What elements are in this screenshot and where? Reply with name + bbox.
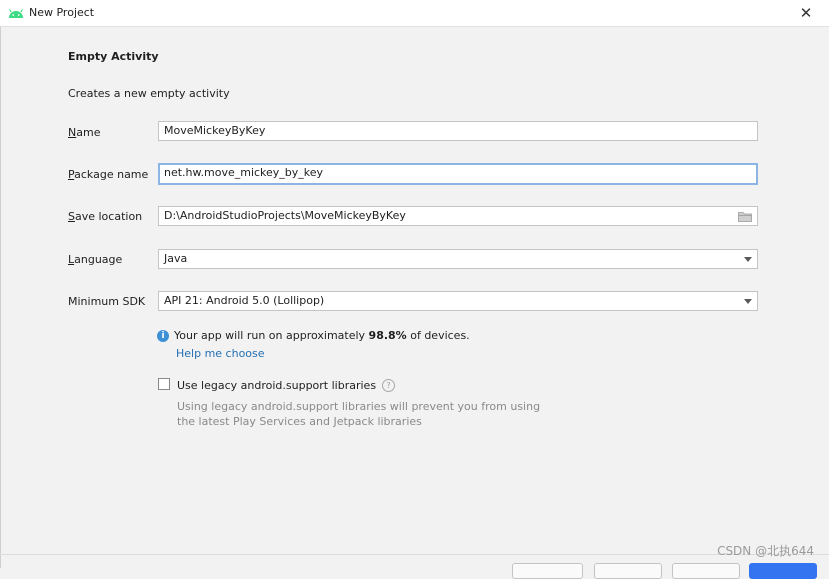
legacy-note-line-1: Using legacy android.support libraries w… [177,400,541,413]
save-location-input-value: D:\AndroidStudioProjects\MoveMickeyByKey [164,209,406,222]
legacy-note-line-2: the latest Play Services and Jetpack lib… [177,415,422,428]
legacy-support-label[interactable]: Use legacy android.support libraries [177,379,376,392]
cancel-button[interactable] [672,563,740,579]
next-button[interactable] [594,563,662,579]
device-coverage-percent: 98.8% [368,329,407,342]
help-me-choose-link[interactable]: Help me choose [176,347,265,360]
dialog-content: Empty Activity Creates a new empty activ… [1,27,828,554]
watermark: CSDN @北执644 [717,544,814,558]
chevron-down-icon [744,299,752,304]
info-icon: i [157,330,169,342]
window-title: New Project [29,6,95,19]
footer-divider [0,554,829,555]
device-coverage-text: Your app will run on approximately 98.8%… [174,329,470,342]
page-title: Empty Activity [68,50,159,63]
name-input[interactable]: MoveMickeyByKey [158,121,758,141]
save-location-label: Save location [68,210,143,223]
minimum-sdk-select[interactable]: API 21: Android 5.0 (Lollipop) [158,291,758,311]
minimum-sdk-label: Minimum SDK [68,295,146,308]
package-name-input-value: net.hw.move_mickey_by_key [164,166,324,179]
page-subtitle: Creates a new empty activity [68,87,230,100]
folder-icon[interactable] [738,211,752,222]
language-label: Language [68,253,123,266]
save-location-input[interactable]: D:\AndroidStudioProjects\MoveMickeyByKey [158,206,758,226]
package-name-label: Package name [68,168,149,181]
android-icon [8,9,24,18]
legacy-support-checkbox[interactable] [158,378,170,390]
language-select[interactable]: Java [158,249,758,269]
minimum-sdk-select-value: API 21: Android 5.0 (Lollipop) [164,294,325,307]
close-button[interactable]: ✕ [783,0,829,26]
previous-button[interactable] [512,563,583,579]
name-label: Name [68,126,101,139]
package-name-input[interactable]: net.hw.move_mickey_by_key [158,163,758,185]
close-icon: ✕ [799,4,813,22]
language-select-value: Java [164,252,188,265]
name-input-value: MoveMickeyByKey [164,124,266,137]
title-bar: New Project ✕ [0,0,829,27]
finish-button[interactable] [749,563,817,579]
help-icon[interactable]: ? [382,379,395,392]
chevron-down-icon [744,257,752,262]
